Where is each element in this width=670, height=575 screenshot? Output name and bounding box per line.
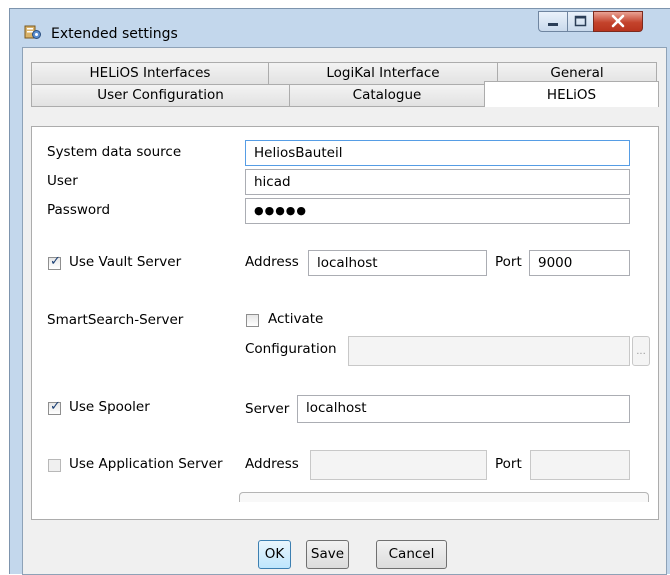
use-application-server-label: Use Application Server xyxy=(69,456,223,472)
tab-helios[interactable]: HELiOS xyxy=(484,81,659,107)
extended-settings-window: Extended settings HELiOS Interfaces Logi… xyxy=(9,8,670,575)
close-button[interactable] xyxy=(593,11,643,32)
configuration-input[interactable] xyxy=(348,336,630,366)
configuration-browse-button[interactable]: ... xyxy=(632,336,650,366)
tab-catalogue[interactable]: Catalogue xyxy=(289,84,485,107)
window-title: Extended settings xyxy=(51,26,178,42)
activate-checkbox[interactable] xyxy=(246,314,259,327)
horizontal-scrollbar[interactable] xyxy=(239,492,649,502)
appserver-address-input[interactable] xyxy=(310,450,487,480)
user-label: User xyxy=(47,173,78,189)
close-icon xyxy=(611,14,625,28)
ok-button[interactable]: OK xyxy=(258,540,291,569)
maximize-icon xyxy=(574,15,587,27)
tab-label: User Configuration xyxy=(97,87,224,103)
use-application-server-checkbox[interactable] xyxy=(48,459,61,472)
tab-logikal-interface[interactable]: LogiKal Interface xyxy=(268,62,498,85)
save-button[interactable]: Save xyxy=(306,540,349,569)
use-spooler-label: Use Spooler xyxy=(69,399,150,415)
appserver-address-label: Address xyxy=(245,456,299,472)
cancel-button[interactable]: Cancel xyxy=(376,540,447,569)
spooler-server-label: Server xyxy=(245,401,290,417)
use-vault-server-label: Use Vault Server xyxy=(69,254,182,270)
checkmark-icon: ✓ xyxy=(50,254,61,269)
checkmark-icon: ✓ xyxy=(50,399,61,414)
vault-address-label: Address xyxy=(245,254,299,270)
password-label: Password xyxy=(47,202,111,218)
settings-app-icon xyxy=(24,25,41,39)
use-spooler-checkbox[interactable]: ✓ xyxy=(48,399,61,415)
activate-label: Activate xyxy=(268,311,324,327)
vault-port-input[interactable]: 9000 xyxy=(529,250,630,276)
system-data-source-label: System data source xyxy=(47,144,182,160)
minimize-button[interactable] xyxy=(538,11,568,32)
appserver-port-label: Port xyxy=(495,456,522,472)
appserver-port-input[interactable] xyxy=(530,450,630,480)
minimize-icon xyxy=(548,23,558,26)
tab-user-configuration[interactable]: User Configuration xyxy=(31,84,290,107)
tab-helios-interfaces[interactable]: HELiOS Interfaces xyxy=(31,62,269,85)
maximize-button[interactable] xyxy=(567,11,594,32)
helios-tab-panel: System data source HeliosBauteil User hi… xyxy=(31,126,659,520)
tab-label: Catalogue xyxy=(352,87,422,103)
smartsearch-server-label: SmartSearch-Server xyxy=(47,312,184,328)
tab-label: LogiKal Interface xyxy=(326,65,440,81)
dialog-client-area: HELiOS Interfaces LogiKal Interface Gene… xyxy=(22,47,667,575)
user-input[interactable]: hicad xyxy=(245,169,630,195)
tab-label: HELiOS Interfaces xyxy=(89,65,211,81)
spooler-server-input[interactable]: localhost xyxy=(297,395,630,423)
use-vault-server-checkbox[interactable]: ✓ xyxy=(48,254,61,270)
system-data-source-input[interactable]: HeliosBauteil xyxy=(245,140,630,166)
vault-address-input[interactable]: localhost xyxy=(308,250,487,276)
title-bar[interactable]: Extended settings xyxy=(10,9,670,47)
configuration-label: Configuration xyxy=(245,341,337,357)
vault-port-label: Port xyxy=(495,254,522,270)
password-input[interactable]: ●●●●● xyxy=(245,198,630,224)
tab-label: General xyxy=(550,65,604,81)
tab-label: HELiOS xyxy=(546,87,597,103)
